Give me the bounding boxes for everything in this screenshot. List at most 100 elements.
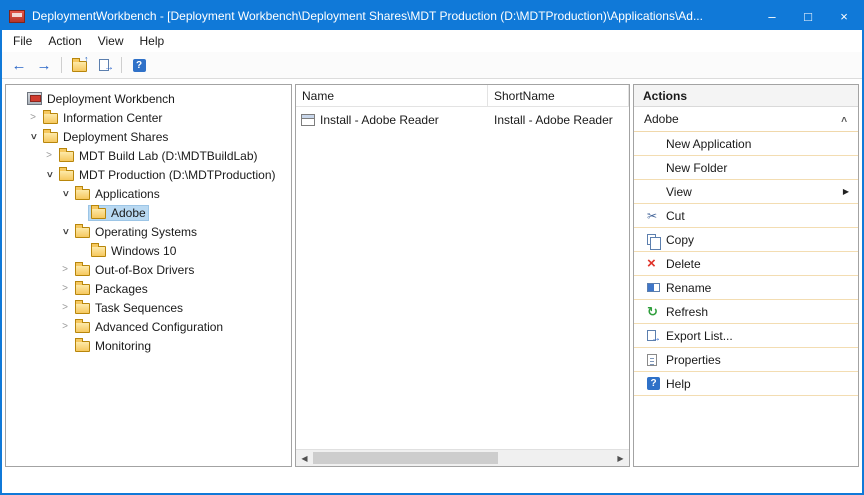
action-label: New Application (666, 137, 849, 151)
action-view[interactable]: View ▶ (634, 180, 858, 204)
tree-item-label: Operating Systems (95, 225, 197, 239)
collapse-chevron-icon[interactable]: > (840, 116, 851, 122)
expand-chevron-icon[interactable]: > (42, 150, 56, 161)
expand-chevron-icon[interactable]: > (58, 264, 72, 275)
refresh-icon: ↻ (647, 305, 658, 318)
tree-node: Deployment Shares (40, 129, 171, 145)
up-one-level-button[interactable]: ↑ (68, 55, 90, 75)
expand-chevron-icon[interactable]: > (58, 321, 72, 332)
tree-node: Applications (72, 186, 163, 202)
collapse-chevron-icon[interactable]: > (44, 168, 55, 182)
copy-icon (647, 234, 656, 245)
folder-icon (43, 132, 58, 143)
back-button[interactable]: ← (8, 55, 30, 75)
help-button[interactable]: ? (128, 55, 150, 75)
tree-node: Operating Systems (72, 224, 200, 240)
results-list-pane: Name ShortName Install - Adobe Reader In… (295, 84, 630, 467)
folder-icon (91, 246, 106, 257)
menu-action[interactable]: Action (40, 31, 89, 51)
tree-node: Out-of-Box Drivers (72, 262, 197, 278)
up-arrow-icon: ↑ (84, 54, 89, 64)
list-item-install-adobe-reader[interactable]: Install - Adobe Reader Install - Adobe R… (296, 110, 629, 129)
scrollbar-track[interactable] (313, 450, 612, 466)
menu-view[interactable]: View (90, 31, 132, 51)
icon-slot (647, 354, 666, 366)
action-export-list[interactable]: Export List... (634, 324, 858, 348)
help-icon: ? (133, 59, 146, 72)
window-controls: – □ × (754, 2, 862, 30)
tree-item-mdt-build-lab[interactable]: > MDT Build Lab (D:\MDTBuildLab) (6, 146, 291, 165)
scroll-left-icon[interactable]: ◀ (296, 454, 313, 463)
submenu-arrow-icon: ▶ (843, 187, 849, 196)
actions-group-label: Adobe (644, 112, 842, 126)
tree-item-label: Monitoring (95, 339, 151, 353)
tree-item-operating-systems[interactable]: > Operating Systems (6, 222, 291, 241)
collapse-chevron-icon[interactable]: > (28, 130, 39, 144)
forward-button[interactable]: → (33, 55, 55, 75)
expand-chevron-icon[interactable]: > (58, 283, 72, 294)
tree-item-adobe[interactable]: Adobe (6, 203, 291, 222)
minimize-button[interactable]: – (754, 2, 790, 30)
column-header-shortname[interactable]: ShortName (488, 85, 629, 106)
action-label: Export List... (666, 329, 849, 343)
tree-item-label: Deployment Shares (63, 130, 168, 144)
console-tree-pane: Deployment Workbench > Information Cente… (5, 84, 292, 467)
collapse-chevron-icon[interactable]: > (60, 187, 71, 201)
action-help[interactable]: ? Help (634, 372, 858, 396)
title-bar: DeploymentWorkbench - [Deployment Workbe… (2, 2, 862, 30)
tree-node: Packages (72, 281, 151, 297)
scissors-icon: ✂ (647, 209, 657, 223)
icon-slot: ? (647, 377, 666, 390)
close-button[interactable]: × (826, 2, 862, 30)
tree-item-label: Packages (95, 282, 148, 296)
actions-group-adobe[interactable]: Adobe > (634, 107, 858, 132)
tree-item-advanced-configuration[interactable]: > Advanced Configuration (6, 317, 291, 336)
action-new-folder[interactable]: New Folder (634, 156, 858, 180)
tree-item-monitoring[interactable]: Monitoring (6, 336, 291, 355)
action-copy[interactable]: Copy (634, 228, 858, 252)
tree-item-task-sequences[interactable]: > Task Sequences (6, 298, 291, 317)
tree-item-information-center[interactable]: > Information Center (6, 108, 291, 127)
tree-item-packages[interactable]: > Packages (6, 279, 291, 298)
action-label: Rename (666, 281, 849, 295)
tree-item-out-of-box-drivers[interactable]: > Out-of-Box Drivers (6, 260, 291, 279)
list-cell-shortname: Install - Adobe Reader (488, 113, 629, 127)
icon-slot: ↻ (647, 305, 666, 318)
scrollbar-thumb[interactable] (313, 452, 498, 464)
export-list-button[interactable]: → (93, 55, 115, 75)
scroll-right-icon[interactable]: ▶ (612, 454, 629, 463)
shared-folder-icon (59, 170, 74, 181)
tree-item-windows-10[interactable]: Windows 10 (6, 241, 291, 260)
application-icon (301, 114, 315, 126)
expand-chevron-icon[interactable]: > (26, 112, 40, 123)
rename-icon (647, 283, 660, 292)
action-rename[interactable]: Rename (634, 276, 858, 300)
action-label: Properties (666, 353, 849, 367)
forward-icon: → (37, 58, 52, 73)
list-body: Install - Adobe Reader Install - Adobe R… (296, 107, 629, 449)
tree-item-deployment-workbench[interactable]: Deployment Workbench (6, 89, 291, 108)
collapse-chevron-icon[interactable]: > (60, 225, 71, 239)
action-delete[interactable]: × Delete (634, 252, 858, 276)
folder-icon (75, 189, 90, 200)
horizontal-scrollbar[interactable]: ◀ ▶ (296, 449, 629, 466)
tree-item-deployment-shares[interactable]: > Deployment Shares (6, 127, 291, 146)
help-icon: ? (647, 377, 660, 390)
expand-chevron-icon[interactable]: > (58, 302, 72, 313)
list-header: Name ShortName (296, 85, 629, 107)
action-cut[interactable]: ✂ Cut (634, 204, 858, 228)
main-content: Deployment Workbench > Information Cente… (2, 79, 862, 467)
menu-help[interactable]: Help (132, 31, 173, 51)
column-header-name[interactable]: Name (296, 85, 488, 106)
action-refresh[interactable]: ↻ Refresh (634, 300, 858, 324)
tree-node: Adobe (88, 205, 149, 221)
folder-icon (75, 265, 90, 276)
tree-item-applications[interactable]: > Applications (6, 184, 291, 203)
maximize-button[interactable]: □ (790, 2, 826, 30)
action-new-application[interactable]: New Application (634, 132, 858, 156)
tree-item-mdt-production[interactable]: > MDT Production (D:\MDTProduction) (6, 165, 291, 184)
tree-item-label: Applications (95, 187, 160, 201)
folder-icon (91, 208, 106, 219)
action-properties[interactable]: Properties (634, 348, 858, 372)
menu-file[interactable]: File (5, 31, 40, 51)
